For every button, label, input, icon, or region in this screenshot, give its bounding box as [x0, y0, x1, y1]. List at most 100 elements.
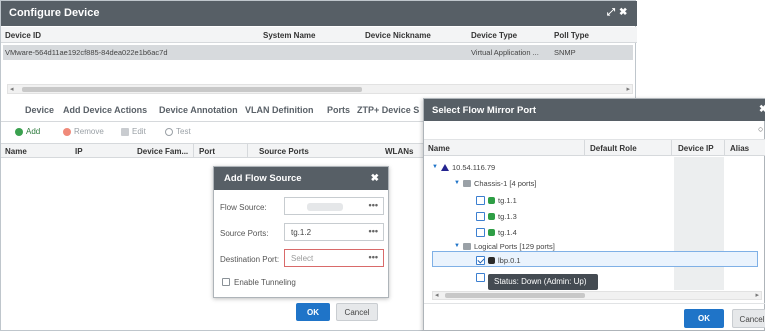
column-device-nickname[interactable]: Device Nickname [365, 31, 431, 40]
add-flow-source-title-bar[interactable]: Add Flow Source [214, 167, 388, 190]
source-ports-label: Source Ports: [220, 229, 269, 238]
edit-icon [121, 127, 129, 136]
remove-button-label: Remove [74, 127, 104, 136]
port-checkbox-checked[interactable] [476, 255, 485, 265]
column-system-name[interactable]: System Name [263, 31, 315, 40]
grid-column-source-ports[interactable]: Source Ports [259, 147, 309, 156]
edit-button-label: Edit [132, 127, 146, 136]
add-flow-source-dialog: Add Flow Source ✖ Flow Source: ••• Sourc… [213, 166, 389, 298]
caret-down-icon[interactable]: ▼ [454, 180, 460, 186]
flow-grid-header: Name IP Device Fam... Port Source Ports … [1, 143, 426, 158]
port-table-header: Name Default Role Device IP Alias [424, 140, 765, 156]
column-device-id[interactable]: Device ID [5, 31, 41, 40]
tree-node-chassis[interactable]: ▼ Chassis-1 [4 ports] [454, 176, 536, 190]
select-flow-mirror-port-window: Select Flow Mirror Port ✖ ○ Name Default… [423, 98, 765, 331]
select-flow-mirror-port-title-bar[interactable]: Select Flow Mirror Port [424, 99, 765, 121]
tab-device-annotation[interactable]: Device Annotation [159, 105, 238, 115]
destination-port-placeholder: Select [291, 254, 314, 263]
device-table-scrollbar[interactable]: ◂ ▸ [7, 84, 633, 94]
list-item[interactable]: tg.1.1 [476, 193, 517, 207]
config-tabs: Device Add Device Actions Device Annotat… [1, 100, 426, 122]
port-up-icon [488, 196, 495, 204]
destination-port-field[interactable]: Select ••• [284, 249, 384, 267]
tree-node-device[interactable]: ▼ 10.54.116.79 [432, 160, 495, 174]
grid-column-port[interactable]: Port [199, 147, 215, 156]
column-default-role[interactable]: Default Role [590, 144, 637, 153]
maximize-icon[interactable]: ⤢ [607, 7, 615, 18]
grid-column-name[interactable]: Name [5, 147, 27, 156]
select-port-cancel-button[interactable]: Cancel [732, 309, 765, 328]
add-flow-source-title: Add Flow Source [224, 173, 302, 184]
caret-down-icon[interactable]: ▼ [432, 164, 438, 170]
tab-add-device-actions[interactable]: Add Device Actions [63, 105, 147, 115]
column-device-ip[interactable]: Device IP [678, 144, 714, 153]
grid-column-wlans[interactable]: WLANs [385, 147, 413, 156]
tab-device[interactable]: Device [25, 105, 54, 115]
add-flow-source-cancel-button[interactable]: Cancel [336, 303, 378, 321]
caret-down-icon[interactable]: ▼ [454, 243, 460, 249]
add-button[interactable]: Add [15, 127, 40, 136]
port-table-scrollbar[interactable]: ◂ ▸ [432, 291, 762, 300]
destination-port-label: Destination Port: [220, 255, 280, 264]
flow-source-browse-button[interactable]: ••• [369, 200, 378, 210]
source-ports-browse-button[interactable]: ••• [369, 226, 378, 236]
port-up-icon [488, 212, 495, 220]
scroll-left-icon[interactable]: ◂ [435, 291, 439, 299]
close-icon[interactable]: ✖ [619, 7, 627, 18]
scroll-left-icon[interactable]: ◂ [10, 85, 14, 93]
port-up-icon [488, 228, 495, 236]
column-separator [671, 140, 672, 155]
column-poll-type[interactable]: Poll Type [554, 31, 589, 40]
port-checkbox[interactable] [476, 211, 485, 221]
list-item[interactable]: tg.1.3 [476, 209, 517, 223]
scrollbar-thumb[interactable] [445, 293, 585, 298]
scroll-right-icon[interactable]: ▸ [626, 85, 630, 93]
flow-source-field[interactable]: ••• [284, 197, 384, 215]
add-button-label: Add [26, 127, 41, 136]
device-ip-column-fill [674, 157, 724, 290]
tree-node-device-label: 10.54.116.79 [451, 162, 496, 172]
column-separator [247, 144, 248, 158]
enable-tunneling-checkbox[interactable] [222, 278, 230, 286]
device-type-cell: Virtual Application ... [471, 48, 539, 57]
device-icon [440, 163, 449, 171]
list-item[interactable]: lbp.0.1 [476, 253, 521, 267]
remove-button[interactable]: Remove [63, 127, 104, 136]
selected-port-label: lbp.0.1 [498, 255, 521, 265]
configure-device-title: Configure Device [9, 7, 100, 19]
tree-node-chassis-label: Chassis-1 [4 ports] [473, 178, 537, 188]
scrollbar-thumb[interactable] [22, 87, 362, 92]
select-flow-mirror-port-title: Select Flow Mirror Port [432, 105, 536, 116]
list-item[interactable] [476, 270, 485, 284]
status-tooltip: Status: Down (Admin: Up) [488, 274, 598, 290]
column-alias[interactable]: Alias [730, 144, 749, 153]
select-port-ok-button[interactable]: OK [684, 309, 724, 328]
configure-device-title-bar[interactable]: Configure Device [1, 1, 637, 26]
edit-button[interactable]: Edit [121, 127, 146, 136]
device-table-header: Device ID System Name Device Nickname De… [1, 27, 637, 43]
tab-ztp-device-settings[interactable]: ZTP+ Device S [357, 105, 419, 115]
search-icon[interactable]: ○ [758, 124, 763, 134]
tab-ports[interactable]: Ports [327, 105, 350, 115]
close-icon[interactable]: ✖ [759, 104, 765, 115]
flow-toolbar: Add Remove Edit Test [1, 125, 426, 141]
port-checkbox[interactable] [476, 195, 485, 205]
close-icon[interactable]: ✖ [371, 173, 379, 184]
add-flow-source-ok-button[interactable]: OK [296, 303, 330, 321]
grid-column-ip[interactable]: IP [75, 147, 83, 156]
table-row[interactable]: VMware-564d11ae192cf885-84dea022e1b6ac7d… [3, 45, 633, 60]
source-ports-field[interactable]: tg.1.2 ••• [284, 223, 384, 241]
column-name[interactable]: Name [428, 144, 450, 153]
destination-port-browse-button[interactable]: ••• [369, 252, 378, 262]
flow-source-label: Flow Source: [220, 203, 267, 212]
tab-vlan-definition[interactable]: VLAN Definition [245, 105, 314, 115]
scroll-right-icon[interactable]: ▸ [755, 291, 759, 299]
device-id-cell: VMware-564d11ae192cf885-84dea022e1b6ac7d [5, 48, 168, 57]
source-ports-value: tg.1.2 [291, 228, 312, 237]
grid-column-device-family[interactable]: Device Fam... [137, 147, 188, 156]
list-item[interactable]: tg.1.4 [476, 225, 517, 239]
test-button[interactable]: Test [165, 127, 191, 136]
port-checkbox[interactable] [476, 227, 485, 237]
port-checkbox[interactable] [476, 272, 485, 282]
column-device-type[interactable]: Device Type [471, 31, 517, 40]
